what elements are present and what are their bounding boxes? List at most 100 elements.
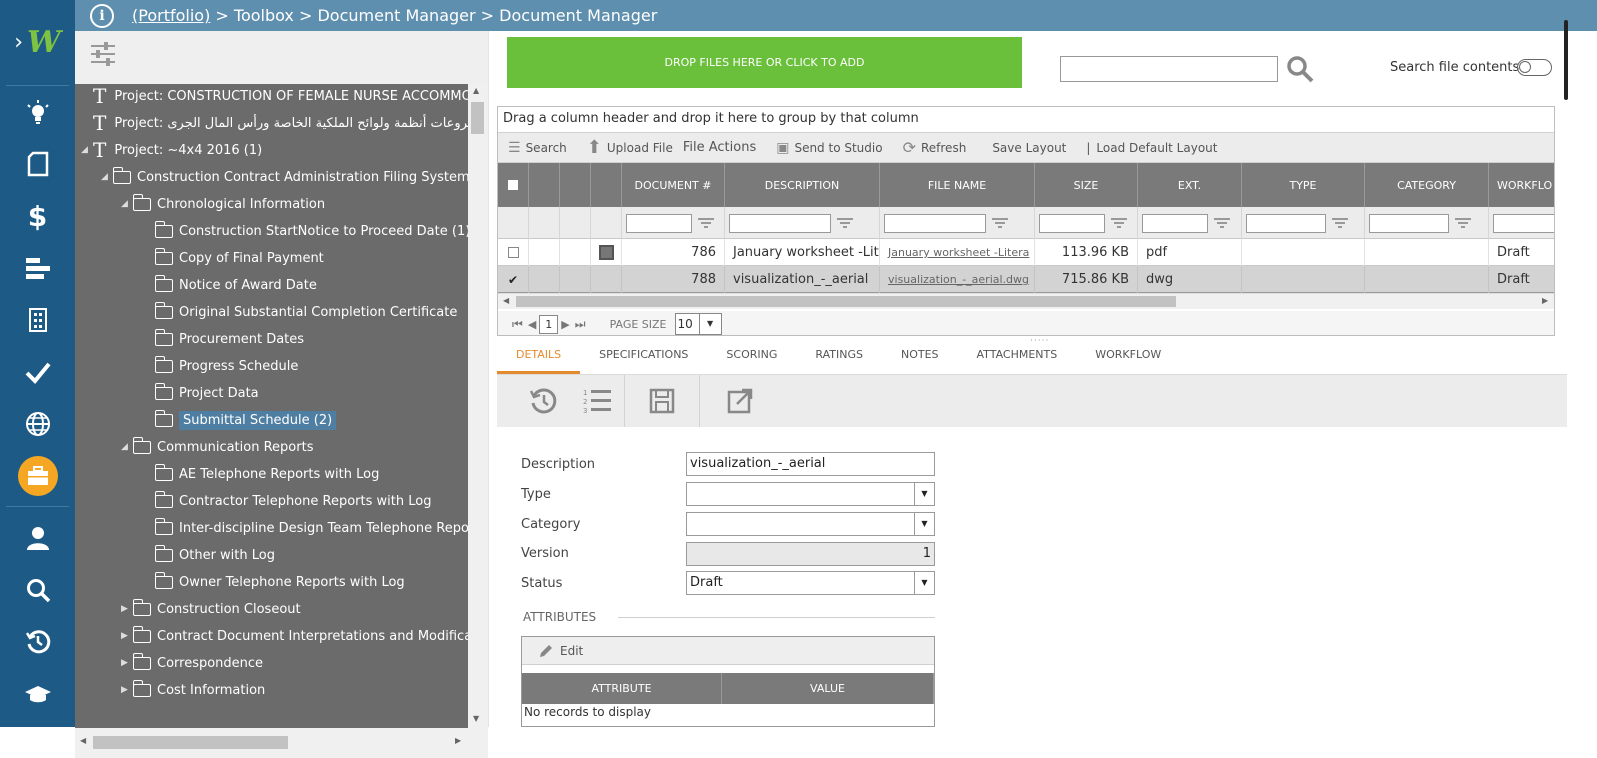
briefcase-nav-item[interactable] — [0, 454, 75, 498]
tree-folder[interactable]: ▶ Construction Closeout — [121, 597, 301, 621]
filter-input[interactable] — [626, 213, 692, 233]
tree-folder[interactable]: Procurement Dates — [143, 327, 304, 351]
column-header[interactable]: DOCUMENT # — [622, 163, 725, 207]
current-page[interactable]: 1 — [539, 314, 559, 334]
filter-icon[interactable] — [1332, 217, 1348, 229]
tree-folder[interactable]: ◢ Chronological Information — [121, 192, 325, 216]
bars-icon[interactable] — [0, 246, 75, 290]
column-header[interactable]: TYPE — [1242, 163, 1365, 207]
category-select[interactable]: ▼ — [686, 512, 935, 536]
column-header[interactable]: CATEGORY — [1365, 163, 1489, 207]
history-button[interactable] — [515, 375, 570, 427]
type-select[interactable]: ▼ — [686, 482, 935, 506]
file-preview-icon[interactable] — [591, 239, 622, 266]
search-icon[interactable] — [1286, 55, 1314, 83]
tab-scoring[interactable]: SCORING — [707, 340, 796, 374]
column-header[interactable]: SIZE — [1035, 163, 1138, 207]
filter-sliders-icon[interactable] — [89, 41, 117, 67]
dollar-icon[interactable]: $ — [0, 194, 75, 238]
load-default-layout-button[interactable]: Load Default Layout — [1096, 141, 1217, 155]
tree-folder[interactable]: Notice of Award Date — [143, 273, 317, 297]
tree-folder-selected[interactable]: Submittal Schedule (2) — [143, 408, 337, 432]
app-logo[interactable]: › W — [0, 0, 75, 85]
tree-project[interactable]: T Project: CONSTRUCTION OF FEMALE NURSE A… — [81, 84, 468, 108]
tree-folder[interactable]: Project Data — [143, 381, 259, 405]
expand-arrow-icon[interactable]: ▶ — [121, 658, 133, 668]
open-external-button[interactable] — [700, 375, 780, 427]
filter-icon[interactable] — [698, 217, 714, 229]
tab-attachments[interactable]: ATTACHMENTS — [958, 340, 1077, 374]
filter-icon[interactable] — [992, 217, 1008, 229]
select-all-checkbox[interactable] — [498, 163, 529, 207]
user-icon[interactable] — [0, 516, 75, 560]
tree-folder[interactable]: ▶ Correspondence — [121, 651, 263, 675]
column-header[interactable]: VALUE — [722, 673, 934, 704]
search-input[interactable] — [1060, 56, 1278, 82]
numbered-list-button[interactable]: 123 — [570, 375, 625, 427]
globe-icon[interactable] — [0, 402, 75, 446]
grid-horizontal-scrollbar[interactable]: ◀ ▶ — [498, 293, 1554, 309]
filter-icon[interactable] — [1111, 217, 1127, 229]
search-file-contents-toggle[interactable] — [1517, 59, 1552, 76]
lightbulb-icon[interactable] — [0, 91, 75, 135]
filter-icon[interactable] — [1214, 217, 1230, 229]
expand-chevron-icon[interactable]: › — [14, 30, 23, 55]
filter-input[interactable] — [1246, 213, 1326, 233]
column-header[interactable]: DESCRIPTION — [725, 163, 880, 207]
expand-arrow-icon[interactable]: ▶ — [121, 631, 133, 641]
tree-folder[interactable]: ◢ Communication Reports — [121, 435, 313, 459]
expand-arrow-icon[interactable]: ▶ — [121, 604, 133, 614]
file-actions-button[interactable]: File Actions — [683, 140, 756, 155]
send-to-studio-button[interactable]: ▣ Send to Studio — [776, 140, 882, 156]
filter-input[interactable] — [1369, 213, 1449, 233]
column-header[interactable]: EXT. — [1138, 163, 1242, 207]
tree-folder[interactable]: Owner Telephone Reports with Log — [143, 570, 405, 594]
save-button[interactable] — [625, 375, 700, 427]
info-icon[interactable]: i — [90, 3, 114, 28]
page-size-select[interactable]: 10 ▼ — [674, 313, 722, 335]
tree-folder[interactable]: ◢ Construction Contract Administration Fi… — [101, 165, 468, 189]
tree-folder[interactable]: Inter-discipline Design Team Telephone R… — [143, 516, 468, 540]
column-header[interactable]: FILE NAME — [880, 163, 1035, 207]
scroll-thumb[interactable] — [516, 296, 1176, 307]
edit-attributes-button[interactable]: Edit — [538, 643, 583, 659]
tab-workflow[interactable]: WORKFLOW — [1076, 340, 1180, 374]
row-checkbox[interactable]: ✔ — [498, 266, 529, 293]
tree-folder[interactable]: ▶ Contract Document Interpretations and M… — [121, 624, 468, 648]
tree-folder[interactable]: Original Substantial Completion Certific… — [143, 300, 457, 324]
collapse-arrow-icon[interactable]: ◢ — [101, 172, 113, 182]
tree-folder[interactable]: Copy of Final Payment — [143, 246, 324, 270]
scroll-left-icon[interactable]: ◀ — [503, 296, 509, 305]
history-icon[interactable] — [0, 620, 75, 664]
tree-horizontal-scrollbar[interactable]: ◀ ▶ — [75, 728, 488, 758]
building-icon[interactable] — [0, 298, 75, 342]
refresh-button[interactable]: ⟳ Refresh — [903, 138, 967, 157]
tab-specifications[interactable]: SPECIFICATIONS — [580, 340, 707, 374]
breadcrumb-portfolio-link[interactable]: (Portfolio) — [132, 6, 210, 25]
scroll-left-icon[interactable]: ◀ — [80, 736, 86, 745]
scroll-thumb[interactable] — [471, 102, 484, 134]
graduation-cap-icon[interactable] — [0, 672, 75, 716]
file-name-link[interactable]: visualization_-_aerial.dwg — [888, 273, 1029, 286]
tree-folder[interactable]: Other with Log — [143, 543, 275, 567]
collapse-arrow-icon[interactable]: ◢ — [121, 199, 133, 209]
tab-ratings[interactable]: RATINGS — [796, 340, 882, 374]
last-page-icon[interactable]: ⏭ — [575, 317, 586, 332]
column-header[interactable]: ATTRIBUTE — [522, 673, 722, 704]
tree-vertical-scrollbar[interactable]: ▲ ▼ — [468, 84, 488, 728]
scroll-up-icon[interactable]: ▲ — [473, 86, 479, 95]
tree-folder[interactable]: Progress Schedule — [143, 354, 298, 378]
expand-arrow-icon[interactable]: ▶ — [121, 685, 133, 695]
description-field[interactable]: visualization_-_aerial — [686, 452, 935, 476]
file-drop-zone[interactable]: DROP FILES HERE OR CLICK TO ADD — [507, 37, 1022, 88]
filter-input[interactable] — [884, 213, 986, 233]
scroll-thumb[interactable] — [93, 736, 288, 749]
table-row[interactable]: 786 January worksheet -Lite January work… — [498, 239, 1554, 266]
search-icon[interactable] — [0, 568, 75, 612]
row-checkbox[interactable] — [498, 239, 529, 266]
next-page-icon[interactable]: ▶ — [561, 318, 569, 331]
first-page-icon[interactable]: ⏮ — [512, 317, 523, 332]
save-layout-button[interactable]: Save Layout — [992, 141, 1066, 155]
tree-folder[interactable]: AE Telephone Reports with Log — [143, 462, 379, 486]
upload-file-button[interactable]: ⬆ Upload File — [587, 137, 673, 158]
